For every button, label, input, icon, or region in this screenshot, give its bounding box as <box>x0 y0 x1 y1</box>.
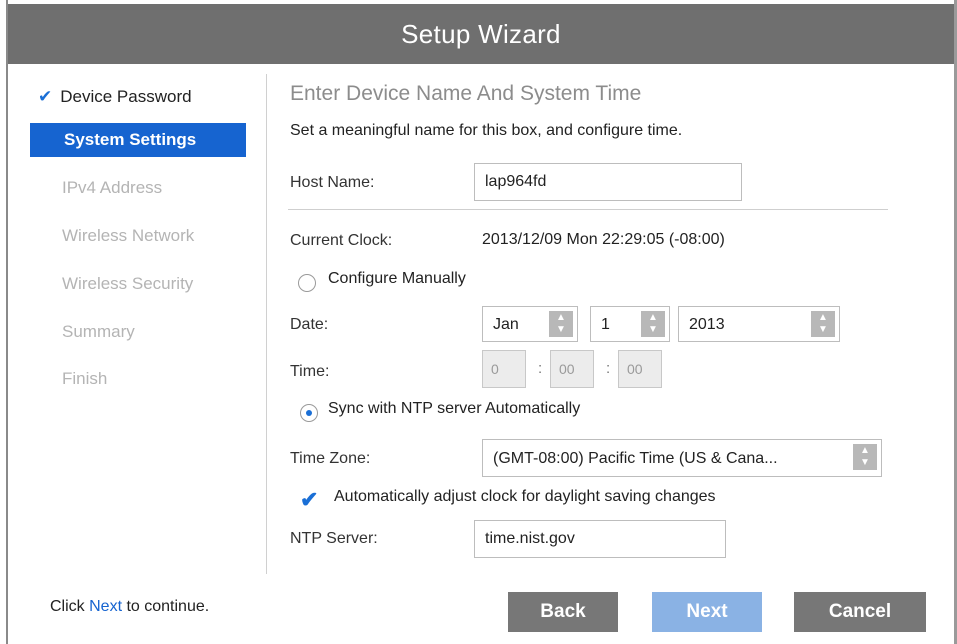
month-value: Jan <box>493 316 519 333</box>
sync-ntp-radio[interactable] <box>300 404 318 422</box>
footer-hint-next: Next <box>89 598 123 615</box>
hour-value: 0 <box>491 361 499 377</box>
ntp-server-input[interactable]: time.nist.gov <box>474 520 726 558</box>
footer-hint-prefix: Click <box>50 598 90 615</box>
step-device-password[interactable]: ✔ Device Password <box>30 80 246 114</box>
host-name-label: Host Name: <box>290 174 375 191</box>
time-label: Time: <box>290 363 330 380</box>
current-clock-label: Current Clock: <box>290 232 393 249</box>
step-label: Device Password <box>60 87 192 106</box>
host-name-input[interactable]: lap964fd <box>474 163 742 201</box>
day-value: 1 <box>601 316 610 333</box>
spinner-arrows-icon[interactable]: ▲ ▼ <box>641 311 665 337</box>
sync-ntp-label[interactable]: Sync with NTP server Automatically <box>328 400 580 418</box>
year-select[interactable]: 2013 ▲ ▼ <box>678 306 840 342</box>
step-label: Wireless Security <box>62 274 194 293</box>
check-icon: ✔ <box>300 487 319 512</box>
step-label: System Settings <box>64 130 197 149</box>
page-description: Set a meaningful name for this box, and … <box>290 122 683 139</box>
step-label: IPv4 Address <box>62 178 163 197</box>
step-wireless-network: Wireless Network <box>30 219 246 253</box>
host-name-value: lap964fd <box>485 173 547 190</box>
back-button[interactable]: Back <box>508 592 618 632</box>
date-label: Date: <box>290 316 329 333</box>
cancel-button[interactable]: Cancel <box>794 592 926 632</box>
step-label: Wireless Network <box>62 226 195 245</box>
day-select[interactable]: 1 ▲ ▼ <box>590 306 670 342</box>
minute-input[interactable]: 00 <box>550 350 594 388</box>
spinner-arrows-icon[interactable]: ▲ ▼ <box>853 444 877 470</box>
check-icon: ✔ <box>38 87 53 106</box>
step-summary: Summary <box>30 315 246 349</box>
step-system-settings[interactable]: System Settings <box>30 123 246 157</box>
ntp-server-label: NTP Server: <box>290 530 378 547</box>
hour-input[interactable]: 0 <box>482 350 526 388</box>
dst-label[interactable]: Automatically adjust clock for daylight … <box>334 488 716 506</box>
page-heading: Enter Device Name And System Time <box>290 82 642 105</box>
time-zone-label: Time Zone: <box>290 450 371 467</box>
ntp-server-value: time.nist.gov <box>485 530 575 547</box>
time-zone-select[interactable]: (GMT-08:00) Pacific Time (US & Cana... ▲… <box>482 439 882 477</box>
configure-manually-label[interactable]: Configure Manually <box>328 270 466 288</box>
year-value: 2013 <box>689 316 725 333</box>
window-frame-left <box>6 0 8 644</box>
time-zone-value: (GMT-08:00) Pacific Time (US & Cana... <box>493 450 778 467</box>
step-label: Finish <box>62 369 108 388</box>
next-button[interactable]: Next <box>652 592 762 632</box>
footer-hint: Click Next to continue. <box>50 598 209 616</box>
current-clock-value: 2013/12/09 Mon 22:29:05 (-08:00) <box>482 231 725 248</box>
month-select[interactable]: Jan ▲ ▼ <box>482 306 578 342</box>
sidebar-divider <box>266 74 267 574</box>
footer-hint-suffix: to continue. <box>122 598 210 615</box>
time-separator: : <box>606 360 611 377</box>
title-bar: Setup Wizard <box>8 4 954 64</box>
section-divider <box>288 209 888 210</box>
step-wireless-security: Wireless Security <box>30 267 246 301</box>
configure-manually-radio[interactable] <box>298 274 316 292</box>
second-value: 00 <box>627 361 643 377</box>
spinner-arrows-icon[interactable]: ▲ ▼ <box>811 311 835 337</box>
dst-checkbox[interactable]: ✔ <box>300 487 320 512</box>
second-input[interactable]: 00 <box>618 350 662 388</box>
window-title: Setup Wizard <box>401 18 561 49</box>
time-separator: : <box>538 360 543 377</box>
spinner-arrows-icon[interactable]: ▲ ▼ <box>549 311 573 337</box>
radio-selected-dot <box>306 410 312 416</box>
step-finish: Finish <box>30 362 246 396</box>
step-ipv4-address: IPv4 Address <box>30 171 246 205</box>
minute-value: 00 <box>559 361 575 377</box>
step-label: Summary <box>62 322 135 341</box>
